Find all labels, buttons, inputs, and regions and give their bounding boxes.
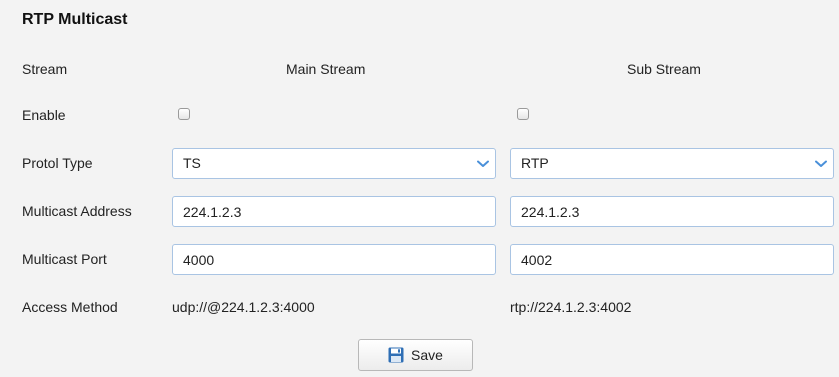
main-stream-protocol-value: TS: [183, 155, 201, 171]
floppy-disk-icon: [388, 347, 404, 363]
protocol-type-label: Protol Type: [22, 155, 93, 171]
main-stream-protocol-select[interactable]: TS: [172, 148, 496, 179]
main-stream-address-input[interactable]: [172, 196, 496, 227]
main-stream-access-method: udp://@224.1.2.3:4000: [172, 299, 315, 315]
sub-stream-protocol-value: RTP: [521, 155, 549, 171]
sub-stream-protocol-select[interactable]: RTP: [510, 148, 834, 179]
sub-stream-enable-checkbox[interactable]: [517, 108, 529, 120]
stream-label: Stream: [22, 61, 68, 77]
save-button-label: Save: [411, 347, 443, 363]
sub-stream-port-input[interactable]: [510, 244, 834, 275]
page-title: RTP Multicast: [22, 11, 128, 28]
multicast-address-label: Multicast Address: [22, 203, 132, 219]
multicast-port-label: Multicast Port: [22, 251, 107, 267]
sub-stream-access-method: rtp://224.1.2.3:4002: [510, 299, 632, 315]
sub-stream-header: Sub Stream: [627, 61, 701, 77]
enable-label: Enable: [22, 107, 66, 123]
sub-stream-address-input[interactable]: [510, 196, 834, 227]
main-stream-header: Main Stream: [286, 61, 366, 77]
main-stream-enable-checkbox[interactable]: [178, 108, 190, 120]
chevron-down-icon: [809, 149, 833, 178]
save-button[interactable]: Save: [358, 339, 473, 371]
main-stream-port-input[interactable]: [172, 244, 496, 275]
rtp-multicast-panel: RTP Multicast Stream Main Stream Sub Str…: [0, 0, 839, 377]
access-method-label: Access Method: [22, 299, 118, 315]
chevron-down-icon: [471, 149, 495, 178]
